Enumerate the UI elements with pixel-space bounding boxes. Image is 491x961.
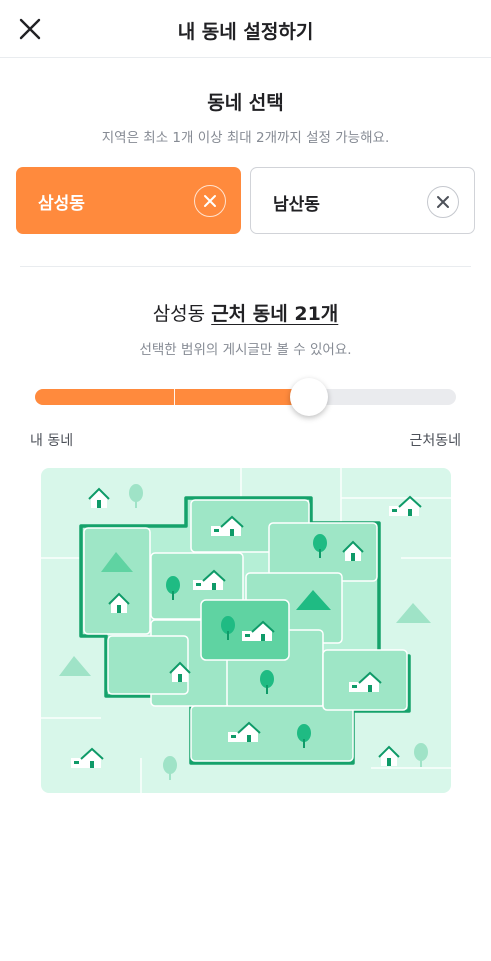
page-title: 내 동네 설정하기 bbox=[177, 21, 314, 43]
neighborhood-chip[interactable]: 남산동 bbox=[250, 167, 475, 234]
nearby-count-link[interactable]: 근처 동네 21개 bbox=[211, 303, 338, 325]
my-neighborhood-block bbox=[200, 599, 290, 661]
top-bar: 내 동네 설정하기 bbox=[0, 0, 491, 58]
range-neighborhood-name: 삼성동 bbox=[152, 303, 206, 325]
slider-tick bbox=[173, 389, 175, 405]
range-subtitle: 선택한 범위의 게시글만 볼 수 있어요. bbox=[139, 342, 352, 358]
neighborhood-chip-selected[interactable]: 삼성동 bbox=[16, 167, 241, 234]
close-icon bbox=[204, 195, 216, 207]
section-subtitle: 지역은 최소 1개 이상 최대 2개까지 설정 가능해요. bbox=[101, 130, 390, 146]
remove-chip-button[interactable] bbox=[194, 185, 226, 217]
slider-max-label: 근처동네 bbox=[409, 433, 461, 449]
map-illustration bbox=[41, 468, 451, 793]
slider-fill bbox=[35, 389, 309, 405]
range-slider[interactable] bbox=[35, 378, 456, 416]
section-title: 동네 선택 bbox=[207, 92, 284, 114]
slider-min-label: 내 동네 bbox=[30, 433, 74, 449]
divider bbox=[20, 266, 471, 267]
chip-label: 삼성동 bbox=[38, 194, 85, 214]
slider-thumb[interactable] bbox=[289, 378, 328, 416]
remove-chip-button[interactable] bbox=[427, 186, 459, 218]
chip-label: 남산동 bbox=[273, 195, 320, 215]
range-title: 삼성동 근처 동네 21개 bbox=[0, 299, 491, 326]
close-icon bbox=[437, 196, 449, 208]
neighborhood-range-map bbox=[41, 468, 451, 793]
